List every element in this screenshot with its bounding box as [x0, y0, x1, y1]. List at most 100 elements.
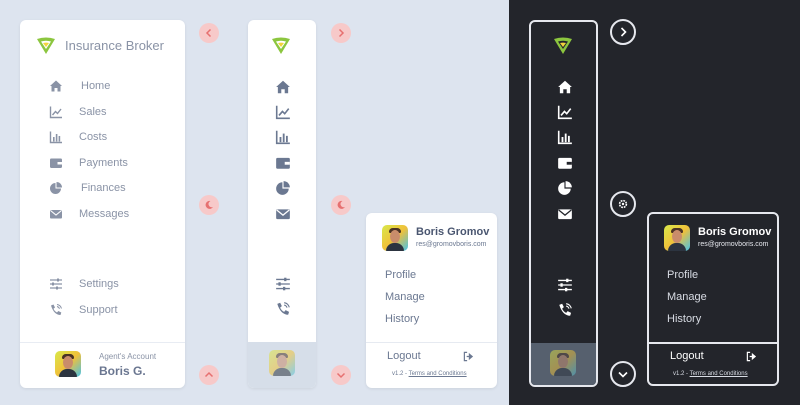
manage-link[interactable]: Manage: [385, 291, 425, 303]
sidebar-item-settings[interactable]: Settings: [49, 277, 119, 291]
profile-link[interactable]: Profile: [385, 269, 416, 281]
shield-logo-icon: [37, 37, 55, 54]
home-icon: [558, 80, 572, 94]
profile-name: Boris Gromov: [698, 226, 772, 238]
profile-link[interactable]: Profile: [667, 269, 698, 281]
gear-icon: [618, 199, 628, 209]
history-link[interactable]: History: [385, 313, 419, 325]
wallet-icon: [49, 156, 63, 170]
expand-button[interactable]: [610, 19, 636, 45]
sidebar-item-home[interactable]: Home: [49, 79, 110, 93]
brand-logo[interactable]: [553, 36, 573, 56]
footer-note: v1.2 - Terms and Conditions: [392, 371, 467, 377]
account-section[interactable]: [248, 342, 316, 388]
expand-account-button[interactable]: [199, 365, 219, 385]
sidebar-item-settings[interactable]: [275, 276, 291, 292]
chevron-right-icon: [338, 28, 345, 38]
sidebar-item-label: Messages: [79, 208, 130, 220]
wallet-icon: [276, 157, 290, 169]
home-icon: [276, 80, 290, 94]
profile-name: Boris Gromov: [416, 226, 490, 238]
shield-logo-icon: [554, 37, 572, 54]
avatar: [664, 225, 690, 251]
terms-link[interactable]: Terms and Conditions: [409, 371, 467, 377]
sidebar-item-home[interactable]: [275, 79, 291, 95]
dark-mode-toggle[interactable]: [331, 195, 351, 215]
account-section[interactable]: [531, 343, 596, 385]
sidebar-item-messages[interactable]: Messages: [49, 207, 129, 221]
pie-chart-icon: [558, 181, 572, 195]
sidebar-item-settings[interactable]: [557, 277, 573, 293]
sidebar-item-label: Settings: [79, 278, 119, 290]
sidebar-item-label: Payments: [79, 157, 128, 169]
profile-popup: Boris Gromov res@gromovboris.com Profile…: [366, 213, 497, 388]
version-label: v1.2 -: [673, 371, 689, 377]
phone-icon: [49, 303, 63, 317]
home-icon: [49, 79, 63, 93]
account-section[interactable]: Agent's Account Boris G.: [20, 342, 185, 388]
sidebar-item-sales[interactable]: [557, 104, 573, 120]
terms-link[interactable]: Terms and Conditions: [690, 371, 748, 377]
moon-icon: [337, 200, 345, 209]
history-link[interactable]: History: [667, 313, 701, 325]
chevron-up-icon: [204, 371, 214, 378]
collapse-button[interactable]: [199, 23, 219, 43]
bar-chart-icon: [557, 130, 572, 145]
sidebar-item-sales[interactable]: [275, 104, 291, 120]
collapse-account-button[interactable]: [610, 361, 636, 387]
collapse-account-button[interactable]: [331, 365, 351, 385]
line-chart-icon: [557, 105, 572, 120]
phone-icon: [559, 303, 572, 316]
logout-button[interactable]: Logout: [387, 350, 421, 362]
sidebar-item-payments[interactable]: [275, 155, 291, 171]
sidebar-item-support[interactable]: Support: [49, 303, 118, 317]
moon-icon: [205, 200, 213, 209]
divider: [366, 342, 497, 343]
sidebar-item-costs[interactable]: [275, 129, 291, 145]
envelope-icon: [558, 209, 572, 220]
brand-logo[interactable]: [271, 36, 291, 56]
sidebar-item-costs[interactable]: Costs: [49, 130, 107, 144]
line-chart-icon: [275, 105, 290, 120]
sidebar-item-sales[interactable]: Sales: [49, 105, 107, 119]
sidebar-item-payments[interactable]: Payments: [49, 156, 128, 170]
account-name: Boris G.: [99, 364, 146, 378]
settings-button[interactable]: [610, 191, 636, 217]
dark-collapsed-sidebar: [529, 20, 598, 387]
sidebar-item-finances[interactable]: [557, 180, 573, 196]
logout-button[interactable]: Logout: [670, 350, 704, 362]
bar-chart-icon: [275, 130, 290, 145]
sidebar-item-label: Sales: [79, 106, 107, 118]
sidebar-item-costs[interactable]: [557, 129, 573, 145]
profile-email: res@gromovboris.com: [416, 241, 487, 248]
envelope-icon: [276, 209, 290, 220]
sliders-icon: [276, 277, 290, 291]
bar-chart-icon: [49, 130, 63, 144]
sidebar-item-payments[interactable]: [557, 155, 573, 171]
sidebar-item-messages[interactable]: [275, 206, 291, 222]
sidebar-item-label: Home: [81, 80, 111, 92]
chevron-right-icon: [620, 27, 627, 37]
logout-icon[interactable]: [746, 351, 757, 362]
chevron-left-icon: [205, 28, 212, 38]
sidebar-item-support[interactable]: [275, 301, 291, 317]
manage-link[interactable]: Manage: [667, 291, 707, 303]
avatar: [550, 350, 576, 376]
dark-mode-toggle[interactable]: [199, 195, 219, 215]
sidebar-item-messages[interactable]: [557, 206, 573, 222]
sidebar-item-support[interactable]: [557, 302, 573, 318]
sidebar-item-label: Support: [79, 304, 118, 316]
wallet-icon: [558, 157, 572, 169]
footer-note: v1.2 - Terms and Conditions: [673, 371, 748, 377]
avatar: [269, 350, 295, 376]
sliders-icon: [558, 278, 572, 292]
sidebar-item-home[interactable]: [557, 79, 573, 95]
brand-name: Insurance Broker: [65, 38, 164, 53]
expand-button[interactable]: [331, 23, 351, 43]
sidebar-item-finances[interactable]: Finances: [49, 181, 126, 195]
account-caption: Agent's Account: [99, 352, 157, 361]
brand-logo[interactable]: [36, 36, 56, 56]
sidebar-item-finances[interactable]: [275, 180, 291, 196]
divider: [649, 342, 777, 344]
logout-icon[interactable]: [463, 351, 474, 362]
